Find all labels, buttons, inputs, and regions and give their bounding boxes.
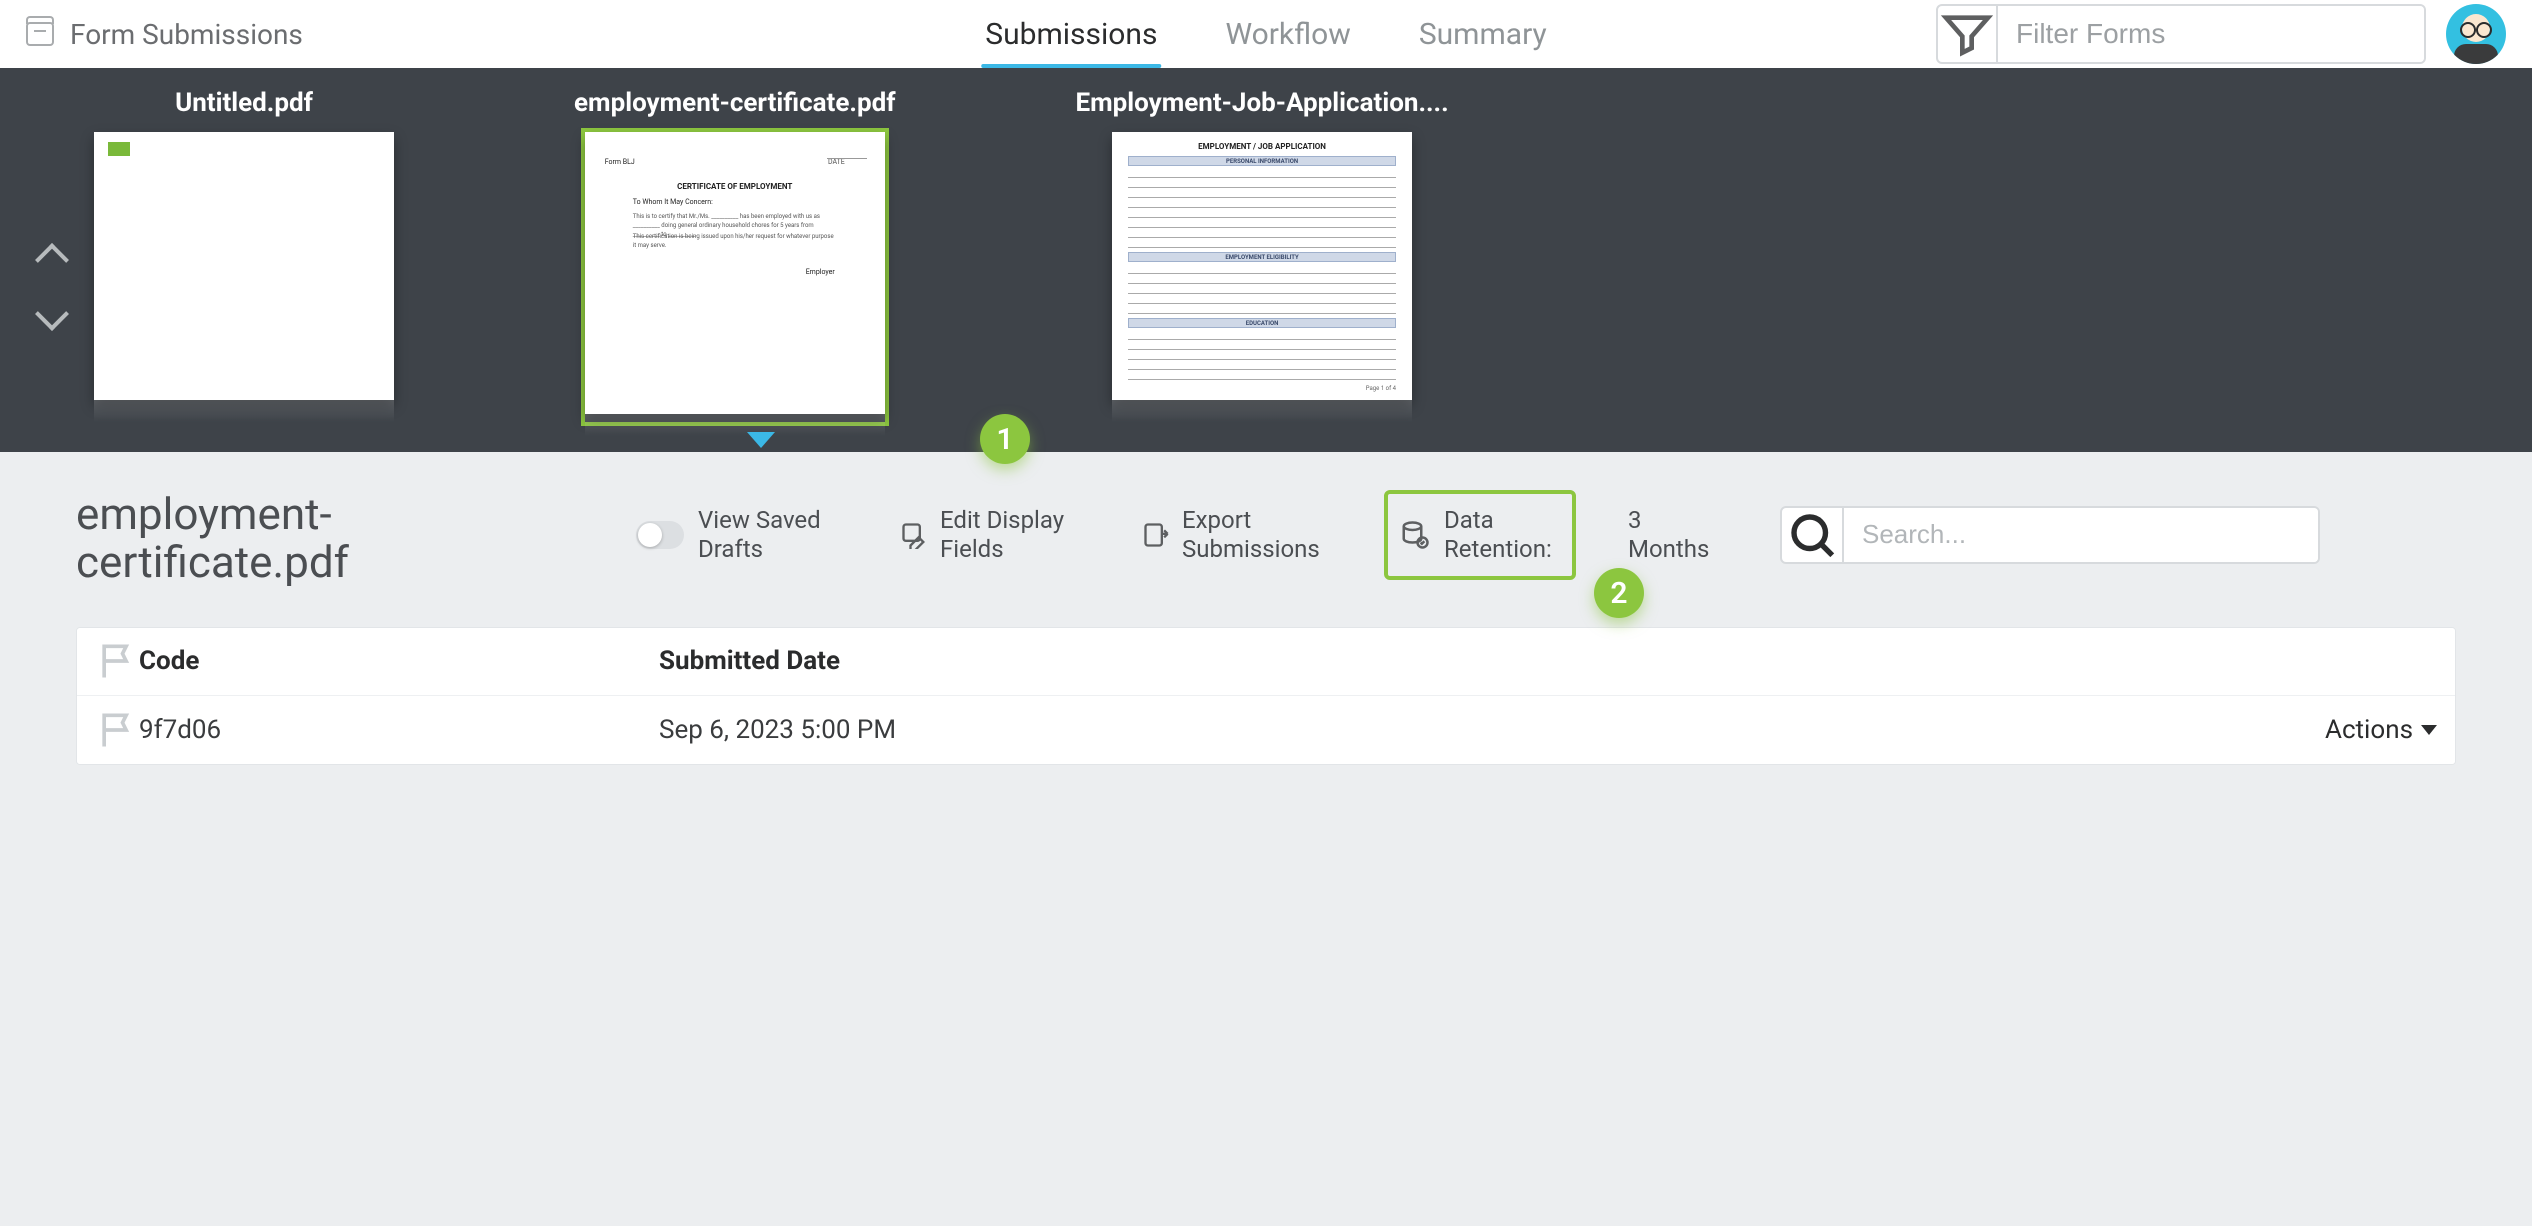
form-thumbnail: EMPLOYMENT / JOB APPLICATION PERSONAL IN…	[1112, 132, 1412, 422]
scroll-up-button[interactable]	[35, 243, 69, 277]
archive-icon	[26, 22, 54, 46]
table-row[interactable]: 9f7d06 Sep 6, 2023 5:00 PM Actions	[77, 696, 2455, 764]
search-input[interactable]	[1844, 508, 2318, 562]
tab-submissions[interactable]: Submissions	[981, 1, 1161, 68]
actions-label: Actions	[2325, 715, 2413, 745]
data-retention-button[interactable]: Data Retention:	[1384, 490, 1576, 580]
search-icon[interactable]	[1782, 508, 1844, 562]
selected-form-indicator-icon	[747, 432, 775, 448]
submissions-table: Code Submitted Date 9f7d06 Sep 6, 2023 5…	[76, 627, 2456, 765]
doc-section-personal: PERSONAL INFORMATION	[1128, 156, 1396, 166]
view-saved-drafts[interactable]: View Saved Drafts	[636, 506, 848, 564]
filter-forms	[1936, 4, 2426, 64]
row-submitted-date: Sep 6, 2023 5:00 PM	[659, 715, 2277, 745]
column-submitted-date[interactable]: Submitted Date	[659, 646, 2277, 676]
drafts-toggle[interactable]	[636, 521, 684, 549]
selector-arrows	[40, 248, 64, 326]
doc-signature: Employer	[806, 268, 835, 276]
forms-row: Untitled.pdf employment-certificate.pdf …	[94, 88, 1449, 422]
data-retention-value: 3 Months	[1628, 506, 1728, 564]
export-icon	[1142, 521, 1170, 549]
edit-fields-icon	[900, 521, 928, 549]
row-code: 9f7d06	[139, 715, 659, 745]
scroll-down-button[interactable]	[35, 297, 69, 331]
filter-forms-input[interactable]	[1998, 6, 2424, 62]
content-header-row: employment-certificate.pdf View Saved Dr…	[76, 490, 2456, 587]
tab-workflow[interactable]: Workflow	[1221, 1, 1354, 68]
export-submissions-button[interactable]: Export Submissions	[1142, 506, 1332, 564]
content-area: employment-certificate.pdf View Saved Dr…	[0, 452, 2532, 765]
selected-form-title: employment-certificate.pdf	[76, 490, 496, 587]
drafts-toggle-label: View Saved Drafts	[698, 506, 848, 564]
form-thumbnail: Form BLJ DATE CERTIFICATE OF EMPLOYMENT …	[585, 132, 885, 422]
form-card-employment-certificate[interactable]: employment-certificate.pdf Form BLJ DATE…	[574, 88, 896, 422]
form-card-title: Employment-Job-Application....	[1076, 88, 1449, 118]
document-preview: EMPLOYMENT / JOB APPLICATION PERSONAL IN…	[1112, 132, 1412, 400]
doc-title: CERTIFICATE OF EMPLOYMENT	[585, 182, 885, 191]
doc-form-no: Form BLJ	[605, 158, 635, 166]
edit-display-fields-button[interactable]: Edit Display Fields	[900, 506, 1090, 564]
column-code[interactable]: Code	[139, 646, 659, 676]
top-bar-right	[1936, 4, 2506, 64]
document-preview	[94, 132, 394, 400]
data-retention-label: Data Retention:	[1444, 506, 1554, 564]
export-label: Export Submissions	[1182, 506, 1332, 564]
user-avatar[interactable]	[2446, 4, 2506, 64]
data-retention-wrap: Data Retention: 2	[1384, 490, 1576, 580]
form-thumbnail	[94, 132, 394, 422]
doc-section-eligibility: EMPLOYMENT ELIGIBILITY	[1128, 252, 1396, 262]
flag-column-icon	[95, 639, 139, 683]
edit-fields-label: Edit Display Fields	[940, 506, 1090, 564]
row-actions-button[interactable]: Actions	[2277, 715, 2437, 745]
search-box	[1780, 506, 2320, 564]
content-toolbar: View Saved Drafts Edit Display Fields Ex…	[636, 490, 2320, 580]
callout-badge-2: 2	[1594, 568, 1644, 618]
form-selector-strip: Untitled.pdf employment-certificate.pdf …	[0, 68, 2532, 452]
tab-summary[interactable]: Summary	[1415, 1, 1551, 68]
doc-para-2: This certification is being issued upon …	[633, 232, 837, 250]
row-flag-icon[interactable]	[95, 708, 139, 752]
form-card-title: Untitled.pdf	[175, 88, 313, 118]
document-preview: Form BLJ DATE CERTIFICATE OF EMPLOYMENT …	[585, 132, 885, 414]
doc-page-no: Page 1 of 4	[1366, 385, 1396, 392]
chevron-down-icon	[2421, 725, 2437, 735]
form-card-untitled[interactable]: Untitled.pdf	[94, 88, 394, 422]
filter-icon[interactable]	[1938, 6, 1998, 62]
doc-towhom: To Whom It May Concern:	[633, 198, 713, 206]
top-bar: Form Submissions Submissions Workflow Su…	[0, 0, 2532, 68]
app-title: Form Submissions	[70, 18, 303, 51]
database-icon	[1400, 520, 1430, 550]
doc-section-education: EDUCATION	[1128, 318, 1396, 328]
main-tabs: Submissions Workflow Summary	[981, 0, 1551, 68]
form-card-job-application[interactable]: Employment-Job-Application.... EMPLOYMEN…	[1076, 88, 1449, 422]
doc-date-label: DATE	[828, 158, 845, 166]
app-title-block: Form Submissions	[26, 18, 303, 51]
callout-badge-1: 1	[980, 414, 1030, 464]
table-header-row: Code Submitted Date	[77, 628, 2455, 696]
form-card-title: employment-certificate.pdf	[574, 88, 896, 118]
doc-title: EMPLOYMENT / JOB APPLICATION	[1112, 142, 1412, 151]
